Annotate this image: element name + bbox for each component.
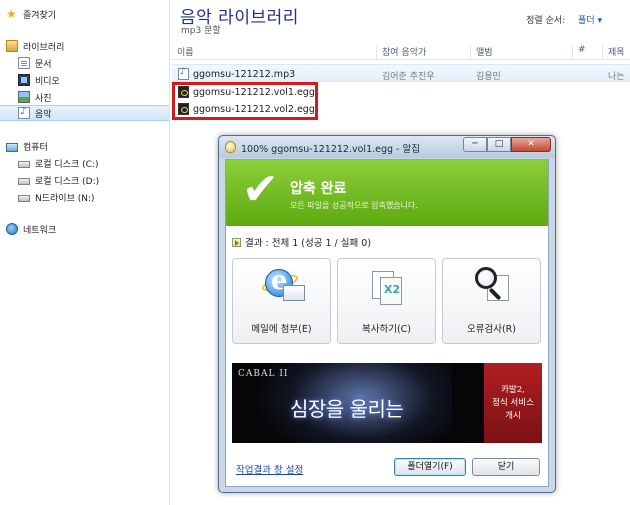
nav-drive-c-label: 로컬 디스크 (C:) — [35, 159, 99, 170]
error-check-button[interactable]: 오류검사(R) — [442, 258, 541, 344]
library-icon — [6, 40, 18, 52]
nav-drive-c[interactable]: 로컬 디스크 (C:) — [18, 155, 98, 171]
star-icon: ★ — [6, 7, 17, 21]
music-icon — [18, 106, 30, 119]
copy-icon: X2 — [370, 267, 406, 305]
file-artist: 김어준 주진우 — [382, 72, 435, 82]
nav-network[interactable]: 네트워크 — [6, 221, 56, 237]
drive-icon — [18, 195, 30, 202]
dialog-title-bar[interactable]: 100% ggomsu-121212.vol1.egg - 알집 ─ □ ✕ — [219, 136, 555, 158]
result-summary: 결과 : 전체 1 (성공 1 / 실패 0) — [232, 235, 371, 249]
file-name-label: ggomsu-121212.vol1.egg — [193, 86, 315, 98]
dialog-body: ✔ 압축 완료 모든 파일을 성공적으로 압축했습니다. 결과 : 전체 1 (… — [225, 159, 549, 487]
egg-archive-icon — [178, 103, 189, 115]
audio-file-icon — [178, 67, 189, 80]
column-header-track[interactable]: # — [572, 45, 586, 59]
ad-side-line3: 개시 — [505, 411, 521, 421]
status-title: 압축 완료 — [290, 181, 347, 197]
file-row-vol2[interactable]: ggomsu-121212.vol2.egg — [172, 100, 630, 118]
nav-pictures[interactable]: 사진 — [18, 89, 52, 105]
ad-slogan: 심장을 울리는 — [290, 397, 404, 421]
magnifier-icon — [475, 267, 511, 303]
nav-music-label: 음악 — [35, 109, 52, 120]
status-banner: ✔ 압축 완료 모든 파일을 성공적으로 압축했습니다. — [226, 160, 548, 226]
navigation-pane: ★ 즐겨찾기 라이브러리 문서 비디오 사진 음악 컴퓨터 로컬 디스크 (C:… — [0, 0, 170, 505]
nav-favorites[interactable]: ★ 즐겨찾기 — [6, 6, 56, 22]
arrange-label: 정렬 순서: — [526, 16, 566, 26]
arrange-by: 정렬 순서: 폴더 ▾ — [526, 13, 602, 26]
file-name: ggomsu-121212.mp3 — [178, 67, 296, 80]
nav-favorites-label: 즐겨찾기 — [23, 10, 57, 21]
dialog-title: 100% ggomsu-121212.vol1.egg - 알집 — [241, 144, 420, 155]
nav-library[interactable]: 라이브러리 — [6, 38, 64, 54]
file-album: 김용민 — [476, 72, 501, 82]
nav-drive-d-label: 로컬 디스크 (D:) — [35, 176, 100, 187]
nav-computer[interactable]: 컴퓨터 — [6, 138, 48, 154]
minimize-button[interactable]: ─ — [463, 137, 487, 152]
pictures-icon — [18, 91, 30, 103]
computer-icon — [6, 142, 18, 152]
file-name: ggomsu-121212.vol1.egg — [178, 86, 315, 98]
file-name: ggomsu-121212.vol2.egg — [178, 103, 315, 115]
ad-side-line1: 카발2, — [501, 385, 525, 395]
advertisement-banner[interactable]: CABAL II 심장을 울리는 카발2, 정식 서비스 개시 — [232, 363, 542, 443]
nav-drive-n[interactable]: N드라이브 (N:) — [18, 189, 95, 205]
file-name-label: ggomsu-121212.mp3 — [193, 68, 296, 80]
egg-archive-icon — [178, 86, 189, 98]
nav-drive-d[interactable]: 로컬 디스크 (D:) — [18, 172, 99, 188]
ie-mail-icon — [260, 266, 305, 303]
file-name-label: ggomsu-121212.vol2.egg — [193, 103, 315, 115]
column-header-row: 이름 참여 음악가 앨범 # 제목 — [172, 40, 630, 60]
ad-side-panel: 카발2, 정식 서비스 개시 — [484, 363, 542, 443]
column-header-title[interactable]: 제목 — [602, 45, 625, 59]
mail-attach-button[interactable]: 메일에 첨부(E) — [232, 258, 331, 344]
result-text: 결과 : 전체 1 (성공 1 / 실패 0) — [245, 238, 372, 249]
nav-documents[interactable]: 문서 — [18, 55, 52, 71]
mail-attach-label: 메일에 첨부(E) — [251, 324, 312, 335]
status-subtitle: 모든 파일을 성공적으로 압축했습니다. — [290, 201, 418, 210]
close-window-button[interactable]: ✕ — [511, 137, 551, 152]
nav-documents-label: 문서 — [35, 59, 52, 70]
nav-videos-label: 비디오 — [35, 76, 60, 87]
close-button[interactable]: 닫기 — [472, 458, 540, 476]
maximize-button[interactable]: □ — [487, 137, 511, 152]
drive-icon — [18, 161, 30, 168]
arrow-right-icon — [232, 237, 241, 247]
copy-label: 복사하기(C) — [361, 324, 411, 335]
column-header-artist[interactable]: 참여 음악가 — [376, 45, 426, 59]
open-folder-button[interactable]: 폴더열기(F) — [394, 458, 466, 476]
column-header-name[interactable]: 이름 — [172, 45, 194, 59]
alzip-result-dialog: 100% ggomsu-121212.vol1.egg - 알집 ─ □ ✕ ✔… — [218, 135, 556, 493]
ad-side-line2: 정식 서비스 — [492, 398, 534, 408]
checkmark-icon: ✔ — [242, 164, 279, 215]
drive-icon — [18, 178, 30, 185]
window-controls: ─ □ ✕ — [463, 137, 551, 152]
nav-computer-label: 컴퓨터 — [23, 142, 48, 153]
file-title: 나는 — [608, 72, 625, 82]
nav-pictures-label: 사진 — [35, 93, 52, 104]
error-check-label: 오류검사(R) — [467, 324, 516, 335]
nav-music[interactable]: 음악 — [0, 105, 169, 121]
network-icon — [6, 223, 18, 235]
library-subtitle: mp3 분할 — [181, 26, 221, 36]
ad-logo: CABAL II — [238, 369, 289, 379]
documents-icon — [18, 57, 30, 69]
nav-network-label: 네트워크 — [23, 225, 57, 236]
file-row-vol1[interactable]: ggomsu-121212.vol1.egg — [172, 83, 630, 101]
alzip-egg-icon — [225, 141, 236, 153]
nav-drive-n-label: N드라이브 (N:) — [35, 193, 95, 204]
file-row-mp3[interactable]: ggomsu-121212.mp3 김어준 주진우 김용민 나는 — [172, 64, 630, 82]
arrange-dropdown[interactable]: 폴더 ▾ — [578, 16, 602, 26]
result-settings-link[interactable]: 작업결과 창 설정 — [236, 462, 303, 476]
nav-library-label: 라이브러리 — [23, 42, 65, 53]
copy-button[interactable]: X2 복사하기(C) — [337, 258, 436, 344]
column-header-album[interactable]: 앨범 — [470, 45, 493, 59]
video-icon — [18, 74, 30, 86]
nav-videos[interactable]: 비디오 — [18, 72, 60, 88]
